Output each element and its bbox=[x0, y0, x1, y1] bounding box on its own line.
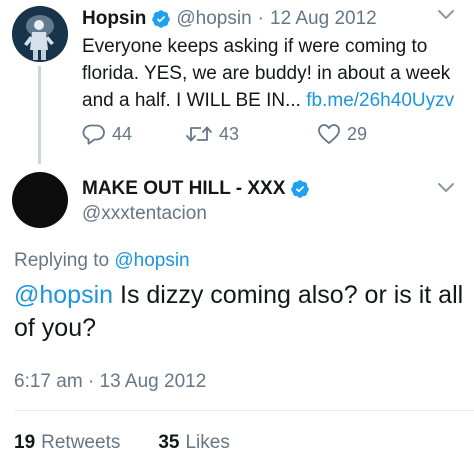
retweet-icon bbox=[185, 123, 219, 145]
retweets-stat[interactable]: 19 Retweets bbox=[14, 432, 120, 454]
tweet1-text-line: florida. YES, we are buddy! in about a w… bbox=[82, 63, 451, 84]
thread-connector-line bbox=[38, 66, 41, 164]
tweet2-stats: 19 Retweets 35 Likes bbox=[14, 432, 230, 454]
tweet1-date[interactable]: 12 Aug 2012 bbox=[270, 8, 377, 30]
tweet2-header: MAKE OUT HILL - XXX bbox=[82, 176, 315, 202]
stats-divider bbox=[14, 410, 474, 411]
tweet2-text-first-line: @hopsin Is dizzy coming also? or is it a… bbox=[14, 279, 464, 312]
tweet2-author-name[interactable]: MAKE OUT HILL - XXX bbox=[82, 178, 285, 200]
hopsin-avatar[interactable] bbox=[12, 6, 68, 62]
tweet2-author-handle[interactable]: @xxxtentacion bbox=[82, 203, 207, 225]
tweet1-text-line: and a half. I WILL BE IN... bbox=[82, 90, 301, 111]
chevron-down-icon[interactable] bbox=[437, 8, 455, 22]
tweet2-mention[interactable]: @hopsin bbox=[14, 281, 113, 309]
xxxtentacion-avatar[interactable] bbox=[12, 172, 68, 228]
tweet1-separator: · bbox=[257, 8, 264, 29]
reply-count: 44 bbox=[112, 123, 133, 144]
like-count: 29 bbox=[347, 123, 368, 144]
reply-bubble-icon bbox=[82, 123, 112, 145]
chevron-down-icon[interactable] bbox=[437, 181, 455, 195]
reply-action[interactable]: 44 bbox=[82, 123, 185, 145]
retweets-count: 19 bbox=[14, 432, 36, 453]
tweet1-author-handle[interactable]: @hopsin bbox=[176, 8, 251, 30]
retweets-label: Retweets bbox=[41, 432, 121, 453]
tweet2-text-line: Is dizzy coming also? or is it all bbox=[113, 281, 464, 309]
replying-to: Replying to @hopsin bbox=[14, 250, 190, 272]
tweet1-link[interactable]: fb.me/26h40Uyzv bbox=[306, 90, 454, 111]
tweet2-timestamp[interactable]: 6:17 am · 13 Aug 2012 bbox=[14, 371, 206, 393]
tweet1-text-line: Everyone keeps asking if were coming to bbox=[82, 36, 428, 57]
tweet2-text: @hopsin Is dizzy coming also? or is it a… bbox=[14, 279, 464, 345]
likes-stat[interactable]: 35 Likes bbox=[158, 432, 230, 454]
likes-count: 35 bbox=[158, 432, 180, 453]
verified-badge-icon bbox=[151, 9, 171, 29]
tweet1-actions: 44 43 29 bbox=[82, 121, 367, 147]
retweet-count: 43 bbox=[219, 123, 240, 144]
retweet-action[interactable]: 43 bbox=[185, 123, 317, 145]
verified-badge-icon bbox=[290, 179, 310, 199]
tweet1-text: Everyone keeps asking if were coming to … bbox=[82, 33, 470, 114]
likes-label: Likes bbox=[185, 432, 230, 453]
tweet1-header: Hopsin @hopsin · 12 Aug 2012 bbox=[82, 6, 377, 32]
replying-to-label: Replying to bbox=[14, 250, 110, 271]
tweet2-date: 13 Aug 2012 bbox=[99, 371, 207, 392]
like-action[interactable]: 29 bbox=[317, 123, 367, 145]
tweet2-text-line: of you? bbox=[14, 314, 97, 342]
tweet2-time: 6:17 am bbox=[14, 371, 83, 392]
tweet2-separator: · bbox=[87, 371, 95, 392]
replying-to-handle[interactable]: @hopsin bbox=[114, 250, 189, 271]
tweet1-text-last-line: and a half. I WILL BE IN... fb.me/26h40U… bbox=[82, 87, 470, 114]
tweet1-author-name[interactable]: Hopsin bbox=[82, 8, 146, 30]
heart-icon bbox=[317, 123, 347, 145]
